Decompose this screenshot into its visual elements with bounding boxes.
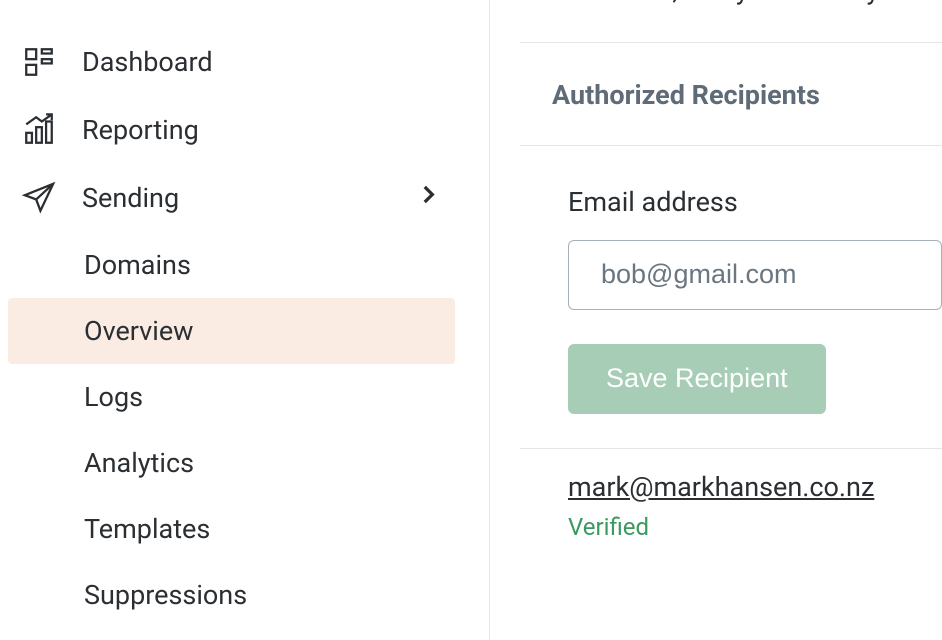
sidebar-item-sending[interactable]: Sending [0, 164, 489, 232]
section-title: Authorized Recipients [520, 43, 942, 145]
add-recipient-form: Email address Save Recipient [520, 145, 942, 448]
sidebar-item-label: Logs [84, 381, 143, 413]
email-label: Email address [568, 186, 942, 218]
sidebar-item-logs[interactable]: Logs [8, 364, 455, 430]
sidebar-item-dashboard[interactable]: Dashboard [0, 28, 489, 96]
sidebar-item-label: Sending [82, 182, 179, 214]
sidebar-item-reporting[interactable]: Reporting [0, 96, 489, 164]
main-content: credentials, and you're ready to Authori… [490, 0, 942, 640]
sidebar-item-suppressions[interactable]: Suppressions [8, 562, 455, 628]
chevron-right-icon [415, 182, 441, 215]
sidebar-item-label: Suppressions [84, 579, 247, 611]
sidebar-item-overview[interactable]: Overview [8, 298, 455, 364]
sidebar-item-label: Reporting [82, 114, 199, 146]
verified-badge: Verified [568, 513, 942, 541]
sidebar-item-label: Overview [84, 315, 193, 347]
sidebar-item-label: Templates [84, 513, 210, 545]
sidebar-item-label: Analytics [84, 447, 194, 479]
paper-plane-icon [22, 181, 82, 215]
sidebar-item-domains[interactable]: Domains [8, 232, 455, 298]
recipient-row: mark@markhansen.co.nz Verified [520, 448, 942, 541]
dashboard-icon [22, 45, 82, 79]
sidebar-item-analytics[interactable]: Analytics [8, 430, 455, 496]
bar-chart-arrow-icon [22, 113, 82, 147]
email-input[interactable] [568, 240, 942, 310]
sidebar: Dashboard Reporting Sending [0, 0, 490, 640]
sidebar-item-templates[interactable]: Templates [8, 496, 455, 562]
sending-sub-items: Domains Overview Logs Analytics Template… [0, 232, 489, 628]
recipient-email-link[interactable]: mark@markhansen.co.nz [568, 471, 874, 503]
save-recipient-button[interactable]: Save Recipient [568, 344, 826, 414]
intro-text-fragment: credentials, and you're ready to [520, 0, 942, 18]
sidebar-item-label: Domains [84, 249, 191, 281]
sidebar-item-label: Dashboard [82, 46, 213, 78]
